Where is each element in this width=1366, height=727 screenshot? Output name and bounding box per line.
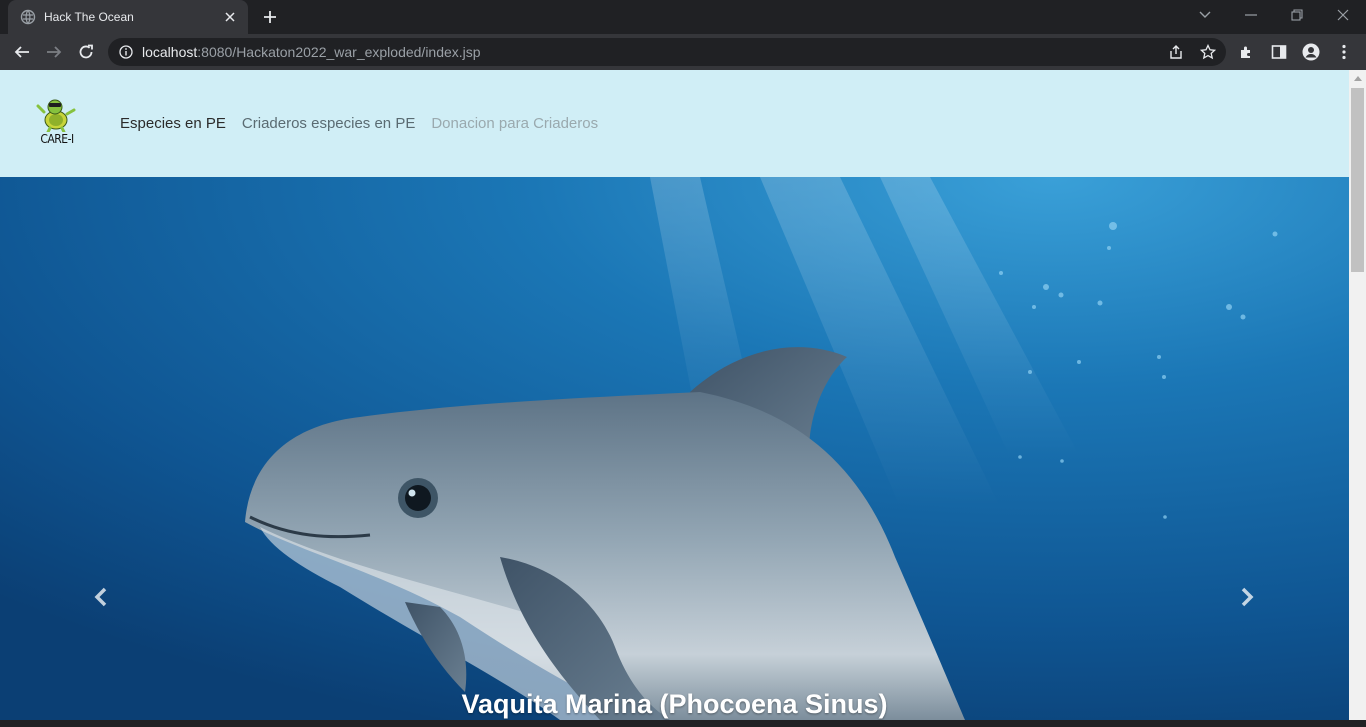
main-nav: Especies en PE Criaderos especies en PE …	[120, 115, 598, 132]
browser-toolbar: localhost:8080/Hackaton2022_war_exploded…	[0, 34, 1366, 70]
carousel-caption: Vaquita Marina (Phocoena Sinus)	[461, 689, 888, 719]
url-text: localhost:8080/Hackaton2022_war_exploded…	[142, 44, 481, 60]
profile-avatar-icon[interactable]	[1297, 38, 1325, 66]
forward-arrow-icon[interactable]	[40, 38, 68, 66]
globe-icon	[20, 9, 36, 25]
nav-donacion[interactable]: Donacion para Criaderos	[431, 115, 598, 132]
extensions-icon[interactable]	[1233, 38, 1261, 66]
page-scrollbar[interactable]	[1349, 70, 1366, 720]
share-icon[interactable]	[1165, 41, 1187, 63]
carousel-next-button[interactable]	[1232, 582, 1262, 612]
site-logo[interactable]: CARE-I	[36, 98, 78, 148]
chevron-left-icon	[94, 587, 107, 607]
url-host: localhost	[142, 44, 198, 60]
logo-text: CARE-I	[40, 132, 74, 146]
side-panel-icon[interactable]	[1265, 38, 1293, 66]
url-path: :8080/Hackaton2022_war_exploded/index.js…	[197, 44, 481, 60]
tab-search-icon[interactable]	[1193, 4, 1217, 26]
close-window-button[interactable]	[1331, 4, 1355, 26]
nav-especies[interactable]: Especies en PE	[120, 115, 226, 132]
menu-kebab-icon[interactable]	[1330, 38, 1358, 66]
scroll-up-arrow-icon[interactable]	[1349, 70, 1366, 87]
address-bar[interactable]: localhost:8080/Hackaton2022_war_exploded…	[108, 38, 1226, 66]
window-bottom-edge	[0, 720, 1366, 727]
carousel-prev-button[interactable]	[86, 582, 116, 612]
hero-carousel: Vaquita Marina (Phocoena Sinus)	[0, 177, 1349, 720]
tab-title: Hack The Ocean	[44, 10, 134, 24]
close-tab-icon[interactable]	[222, 9, 238, 25]
info-icon[interactable]	[118, 44, 134, 60]
tab-strip: Hack The Ocean	[0, 0, 1366, 34]
chevron-right-icon	[1241, 587, 1254, 607]
minimize-button[interactable]	[1239, 4, 1263, 26]
new-tab-button[interactable]	[258, 6, 282, 28]
restore-button[interactable]	[1285, 4, 1309, 26]
nav-criaderos[interactable]: Criaderos especies en PE	[242, 115, 415, 132]
back-arrow-icon[interactable]	[8, 38, 36, 66]
turtle-mascot-icon	[36, 99, 76, 134]
site-navbar: CARE-I Especies en PE Criaderos especies…	[0, 70, 1349, 177]
browser-tab[interactable]: Hack The Ocean	[8, 0, 248, 34]
page-viewport: CARE-I Especies en PE Criaderos especies…	[0, 70, 1349, 720]
scroll-thumb[interactable]	[1351, 88, 1364, 272]
bookmark-star-icon[interactable]	[1197, 41, 1219, 63]
vaquita-hero-image	[0, 177, 1349, 720]
reload-icon[interactable]	[72, 38, 100, 66]
